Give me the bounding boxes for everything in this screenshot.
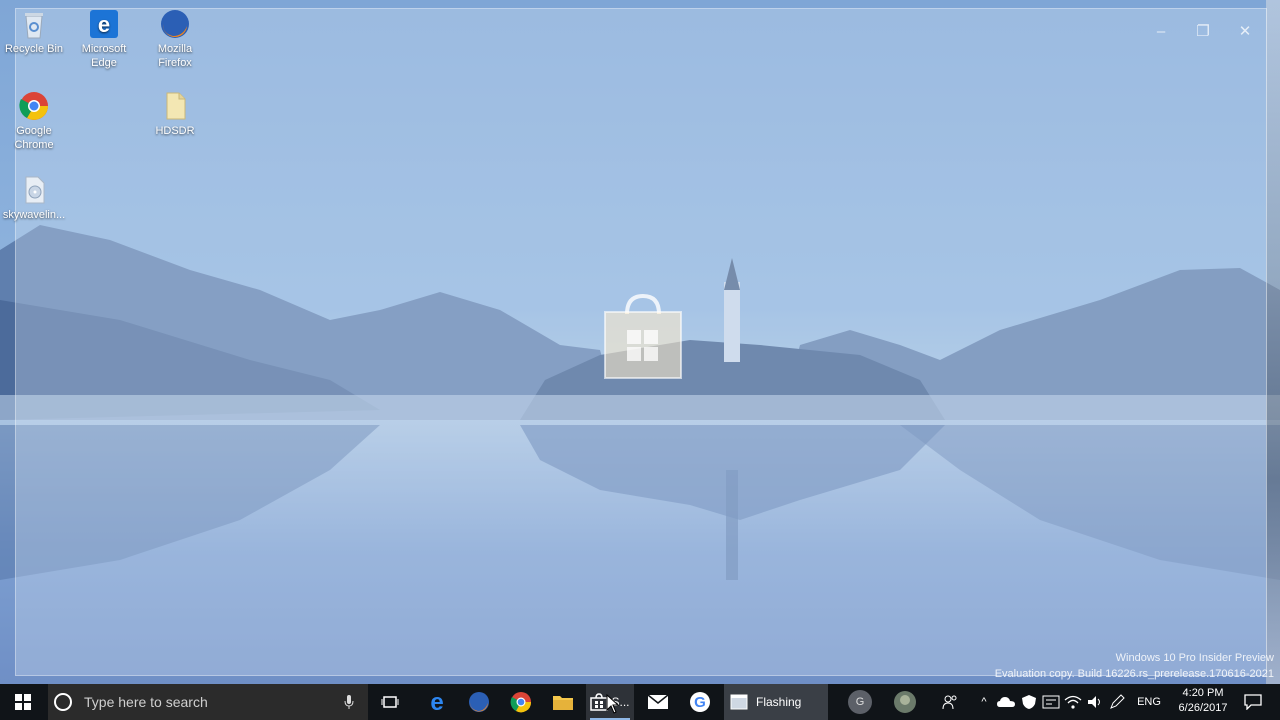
flashing-window-label: Flashing: [756, 695, 802, 709]
svg-text:e: e: [98, 12, 110, 37]
language-indicator[interactable]: ENG: [1136, 696, 1162, 708]
edge-icon: e: [90, 10, 118, 38]
file-icon: [166, 92, 186, 120]
pen-workspace-icon[interactable]: [1108, 694, 1126, 710]
wifi-icon[interactable]: [1064, 694, 1082, 710]
desktop-icon-label: Google Chrome: [14, 125, 54, 151]
mouse-cursor-icon: [606, 694, 620, 714]
firefox-icon: [161, 10, 189, 38]
search-input[interactable]: [82, 693, 326, 711]
taskbar-chrome[interactable]: [502, 684, 540, 720]
chrome-icon: [19, 92, 48, 120]
desktop-icon-recycle-bin[interactable]: Recycle Bin: [0, 8, 70, 56]
notification-icon: [1244, 694, 1262, 710]
taskbar-google[interactable]: G: [680, 684, 720, 720]
clock-time: 4:20 PM: [1182, 687, 1224, 699]
volume-icon[interactable]: [1086, 694, 1104, 710]
svg-text:e: e: [430, 691, 443, 713]
minimize-button[interactable]: ‒: [1144, 19, 1178, 45]
desktop-icon-hdsdr[interactable]: HDSDR: [139, 90, 211, 138]
clock[interactable]: 4:20 PM 6/26/2017: [1168, 686, 1238, 716]
show-hidden-icons-chevron-icon[interactable]: ^: [974, 696, 994, 708]
google-icon: G: [690, 692, 710, 712]
cortana-icon: [54, 693, 72, 711]
taskbar-search-box[interactable]: [48, 684, 368, 720]
background-window-edge: [1266, 0, 1280, 684]
taskbar: e S...: [0, 684, 1280, 720]
defender-shield-icon[interactable]: [1020, 694, 1038, 710]
firefox-icon: [469, 692, 489, 712]
desktop-icon-microsoft-edge[interactable]: e Microsoft Edge: [68, 8, 140, 70]
taskbar-flashing-window[interactable]: Flashing: [724, 684, 828, 720]
store-logo-icon: [604, 293, 682, 379]
desktop-icon-label: Recycle Bin: [4, 43, 64, 55]
avatar: G: [848, 690, 872, 714]
taskbar-file-explorer[interactable]: [544, 684, 582, 720]
taskbar-mail[interactable]: [638, 684, 678, 720]
desktop-icon-label: skywavelin...: [2, 209, 66, 221]
task-view-button[interactable]: [370, 684, 410, 720]
chrome-icon: [510, 692, 532, 713]
close-button[interactable]: ✕: [1228, 19, 1262, 45]
svg-text:G: G: [694, 694, 706, 711]
recycle-bin-icon: [25, 13, 43, 39]
microphone-icon[interactable]: [344, 694, 354, 710]
desktop-icon-google-chrome[interactable]: Google Chrome: [0, 90, 70, 152]
action-center-button[interactable]: [1238, 684, 1268, 720]
clock-date: 6/26/2017: [1178, 702, 1228, 714]
input-method-icon[interactable]: [1042, 694, 1060, 710]
taskbar-app-photo[interactable]: [886, 684, 924, 720]
start-button[interactable]: [0, 684, 46, 720]
build-watermark-detail: Evaluation copy. Build 16226.rs_prerelea…: [994, 668, 1274, 680]
onedrive-icon[interactable]: [996, 695, 1016, 709]
task-view-icon: [381, 696, 399, 708]
people-button[interactable]: [936, 684, 964, 720]
taskbar-account[interactable]: G: [842, 684, 878, 720]
desktop-icon-label: HDSDR: [155, 125, 195, 137]
build-watermark-title: Windows 10 Pro Insider Preview: [1115, 652, 1274, 664]
restore-button[interactable]: ❐: [1186, 19, 1220, 45]
people-icon: [942, 695, 957, 710]
system-tray: ^ ENG: [974, 684, 1162, 720]
folder-icon: [553, 696, 573, 710]
desktop-icon-label: Mozilla Firefox: [157, 43, 193, 69]
taskbar-edge[interactable]: e: [418, 684, 456, 720]
mail-icon: [647, 694, 669, 709]
disc-image-file-icon: [25, 176, 45, 204]
desktop-icon-mozilla-firefox[interactable]: Mozilla Firefox: [139, 8, 211, 70]
edge-icon: e: [430, 691, 443, 713]
taskbar-firefox[interactable]: [460, 684, 498, 720]
desktop-icon-label: Microsoft Edge: [81, 43, 127, 69]
app-avatar-icon: [894, 691, 916, 713]
desktop-icon-skywavelinux[interactable]: skywavelin...: [0, 174, 70, 222]
window-icon: [730, 694, 748, 710]
windows-logo-icon: [15, 694, 31, 710]
